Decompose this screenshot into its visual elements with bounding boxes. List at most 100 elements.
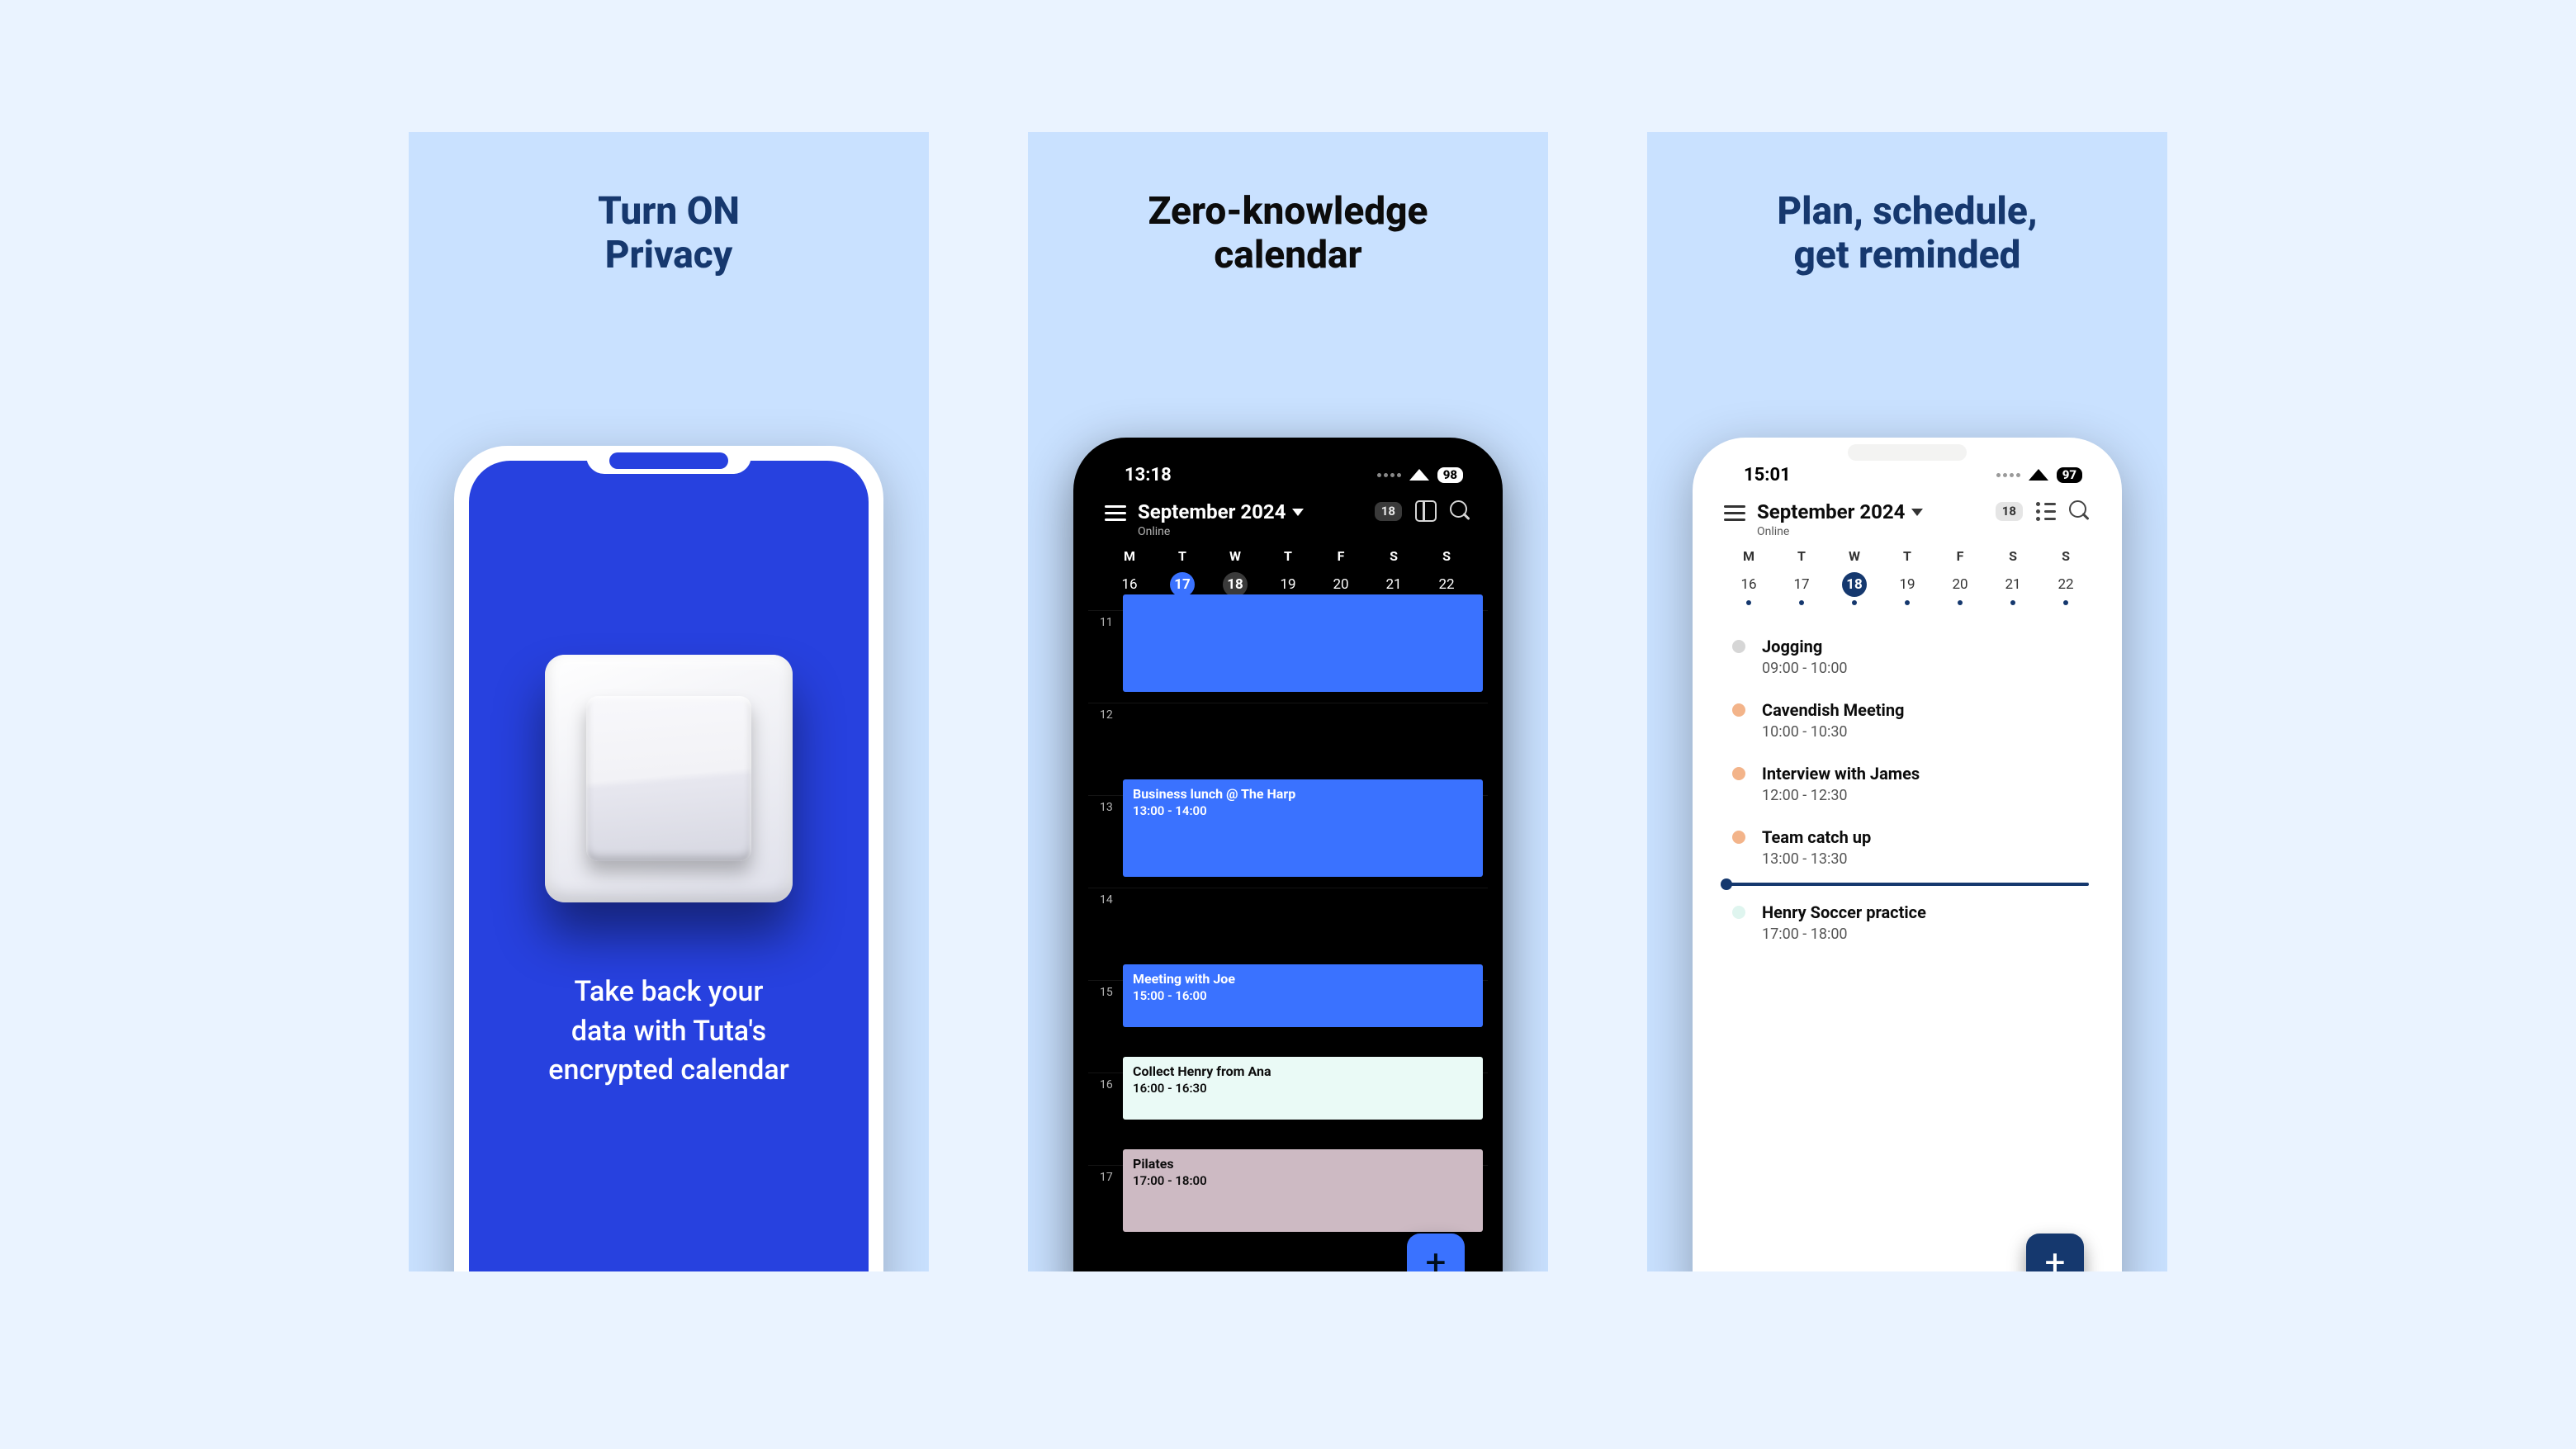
panel2-title-line2: calendar <box>1028 234 1548 277</box>
day-cell[interactable]: 17 <box>1775 569 1828 607</box>
event-time: 09:00 - 10:00 <box>1762 660 1848 677</box>
event-color-dot <box>1732 640 1745 653</box>
weekday: W <box>1209 548 1262 564</box>
weekday: T <box>1775 548 1828 564</box>
weekday: M <box>1722 548 1775 564</box>
battery-badge: 97 <box>2057 467 2082 483</box>
event-color-dot <box>1732 831 1745 844</box>
panel1-caption-line2: data with Tuta's <box>571 1015 766 1048</box>
today-pill[interactable]: 18 <box>1996 502 2023 521</box>
wifi-icon <box>2029 469 2048 481</box>
agenda-item[interactable]: Cavendish Meeting 10:00 - 10:30 <box>1732 689 2089 752</box>
event-color-dot <box>1732 703 1745 717</box>
event-title: Meeting with Joe <box>1133 971 1473 987</box>
hour-label: 16 <box>1088 1073 1123 1091</box>
event-title: Interview with James <box>1762 764 1920 784</box>
weekday: S <box>1420 548 1473 564</box>
event-time: 15:00 - 16:00 <box>1133 988 1473 1003</box>
weekday: W <box>1828 548 1881 564</box>
add-event-button[interactable]: + <box>2026 1234 2084 1271</box>
promo-panel-zero-knowledge: Zero-knowledge calendar 13:18 98 <box>1028 132 1548 1271</box>
month-label: September 2024 <box>1138 500 1286 523</box>
menu-icon[interactable] <box>1105 505 1126 521</box>
promo-panel-plan: Plan, schedule, get reminded 15:01 97 <box>1647 132 2167 1271</box>
agenda-item[interactable]: Team catch up 13:00 - 13:30 <box>1732 816 2089 879</box>
menu-icon[interactable] <box>1724 505 1745 521</box>
wifi-icon <box>1409 469 1429 481</box>
calendar-app-dark: 13:18 98 September 2024 Online <box>1088 452 1488 1271</box>
hour-label: 13 <box>1088 796 1123 814</box>
day-cell[interactable]: 21 <box>1986 569 2039 607</box>
hour-label: 15 <box>1088 981 1123 999</box>
day-timeline[interactable]: 11 12 13 Business lunch @ The Harp 13:00… <box>1088 610 1488 1257</box>
calendar-event[interactable] <box>1123 594 1483 692</box>
light-switch-base <box>545 655 793 902</box>
connection-status: Online <box>1138 525 1304 538</box>
panel1-caption-line3: encrypted calendar <box>548 1054 789 1087</box>
battery-badge: 98 <box>1437 467 1463 483</box>
promo-panel-privacy: Turn ON Privacy Take back your data with… <box>409 132 929 1271</box>
view-mode-icon[interactable] <box>1415 500 1437 522</box>
cell-signal-icon <box>1996 473 2020 477</box>
weekday: T <box>1881 548 1934 564</box>
agenda-item[interactable]: Interview with James 12:00 - 12:30 <box>1732 752 2089 816</box>
calendar-event[interactable]: Business lunch @ The Harp 13:00 - 14:00 <box>1123 779 1483 877</box>
hour-label: 17 <box>1088 1166 1123 1184</box>
day-cell[interactable]: 22 <box>2039 569 2092 607</box>
calendar-event[interactable]: Collect Henry from Ana 16:00 - 16:30 <box>1123 1057 1483 1120</box>
connection-status: Online <box>1757 525 1923 538</box>
event-time: 16:00 - 16:30 <box>1133 1081 1473 1096</box>
status-time: 15:01 <box>1744 465 1791 485</box>
month-label: September 2024 <box>1757 500 1905 523</box>
weekday: S <box>1986 548 2039 564</box>
agenda-list[interactable]: Jogging 09:00 - 10:00 Cavendish Meeting … <box>1707 610 2107 954</box>
day-cell[interactable]: 16 <box>1722 569 1775 607</box>
weekday: S <box>1367 548 1420 564</box>
phone-frame-blue: Take back your data with Tuta's encrypte… <box>454 446 883 1271</box>
add-event-button[interactable]: + <box>1407 1234 1465 1271</box>
day-cell-today[interactable]: 18 <box>1828 569 1881 607</box>
event-title: Business lunch @ The Harp <box>1133 786 1473 802</box>
agenda-item[interactable]: Jogging 09:00 - 10:00 <box>1732 625 2089 689</box>
phone-notch <box>1825 438 1990 466</box>
event-time: 10:00 - 10:30 <box>1762 723 1904 741</box>
light-switch-illustration <box>541 651 797 907</box>
calendar-header: September 2024 Online 18 <box>1088 497 1488 543</box>
agenda-item[interactable]: Henry Soccer practice 17:00 - 18:00 <box>1732 891 2089 954</box>
event-title: Jogging <box>1762 637 1848 656</box>
month-selector[interactable]: September 2024 <box>1757 500 1923 523</box>
weekday: F <box>1934 548 1986 564</box>
month-selector[interactable]: September 2024 <box>1138 500 1304 523</box>
weekday-row: M T W T F S S <box>1088 543 1488 567</box>
search-icon[interactable] <box>2069 500 2091 522</box>
hour-label: 12 <box>1088 703 1123 722</box>
panel3-title-line2: get reminded <box>1647 234 2167 277</box>
phone-frame-dark: 13:18 98 September 2024 Online <box>1073 438 1503 1271</box>
daynum-row: 16 17 18 19 20 21 22 <box>1707 567 2107 610</box>
phone-notch <box>1205 438 1371 466</box>
event-time: 17:00 - 18:00 <box>1762 926 1926 943</box>
weekday: M <box>1103 548 1156 564</box>
event-title: Cavendish Meeting <box>1762 700 1904 720</box>
day-cell[interactable]: 19 <box>1881 569 1934 607</box>
event-time: 17:00 - 18:00 <box>1133 1173 1473 1188</box>
panel1-title-line1: Turn ON <box>409 190 929 234</box>
search-icon[interactable] <box>1450 500 1471 522</box>
event-title: Team catch up <box>1762 827 1871 847</box>
day-cell[interactable]: 20 <box>1934 569 1986 607</box>
app-store-screenshots: Turn ON Privacy Take back your data with… <box>0 0 2576 1449</box>
panel2-title: Zero-knowledge calendar <box>1028 190 1548 277</box>
agenda-view-icon[interactable] <box>2036 502 2056 521</box>
hour-label: 11 <box>1088 611 1123 629</box>
weekday: T <box>1262 548 1314 564</box>
calendar-header: September 2024 Online 18 <box>1707 497 2107 543</box>
event-time: 13:00 - 13:30 <box>1762 850 1871 868</box>
calendar-event[interactable]: Meeting with Joe 15:00 - 16:00 <box>1123 964 1483 1027</box>
weekday-row: M T W T F S S <box>1707 543 2107 567</box>
today-pill[interactable]: 18 <box>1375 502 1402 521</box>
event-title: Collect Henry from Ana <box>1133 1063 1473 1079</box>
event-title: Henry Soccer practice <box>1762 902 1926 922</box>
event-time: 12:00 - 12:30 <box>1762 787 1920 804</box>
calendar-event[interactable]: Pilates 17:00 - 18:00 <box>1123 1149 1483 1232</box>
weekday: S <box>2039 548 2092 564</box>
